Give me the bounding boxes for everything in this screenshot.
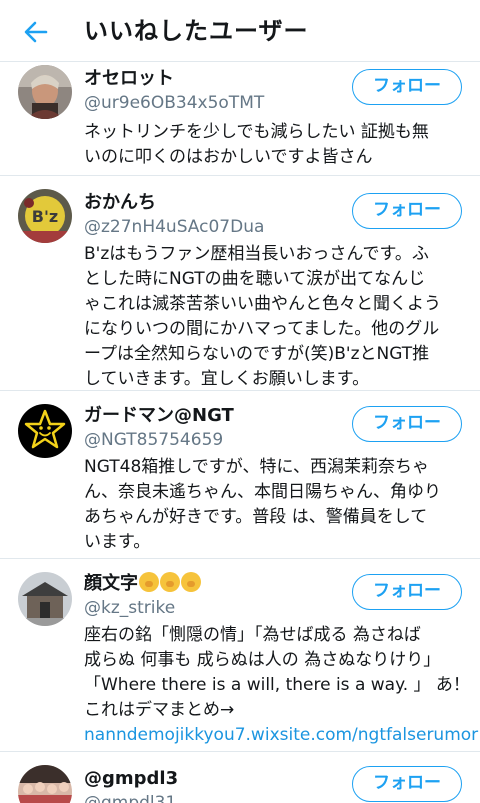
user-handle: @kz_strike [84,598,176,618]
bio-line: います。 [84,532,151,552]
bio-line: ゃこれは滅茶苦茶いい曲やんと色々と聞くよう [84,294,441,314]
user-item[interactable]: B'z おかんち @z27nH4uSAc07Dua フォロー B'zはもうファン… [0,176,480,391]
user-name[interactable]: @gmpdl3 [84,767,178,791]
follow-button[interactable]: フォロー [352,766,462,802]
follow-button[interactable]: フォロー [352,574,462,610]
bio-line: 「Where there is a will, there is a way. … [84,675,470,695]
face-emoji-icon [139,572,159,592]
user-bio: NGT48箱推しですが、特に、西潟茉莉奈ちゃ ん、奈良未遙ちゃん、本間日陽ちゃん… [84,455,468,555]
face-emoji-icon [181,572,201,592]
user-item[interactable]: ガードマン@NGT @NGT85754659 フォロー NGT48箱推しですが、… [0,391,480,559]
avatar[interactable] [18,65,72,119]
user-handle: @z27nH4uSAc07Dua [84,217,265,237]
bio-line: とした時にNGTの曲を聴いて涙が出てなんじ [84,269,426,289]
user-item[interactable]: @gmpdl3 @gmpdl31 フォロー [0,752,480,803]
user-handle: @gmpdl31 [84,793,177,803]
bio-line: 成らぬ 何事も 成らぬは人の 為さぬなりけり」 [84,650,441,670]
liked-users-list: オセロット @ur9e6OB34x5oTMT フォロー ネットリンチを少しでも減… [0,62,480,803]
bio-line: あちゃんが好きです。普段 は、警備員をして [84,507,428,527]
bio-link[interactable]: nanndemojikkyou7.wixsite.com/ngtfalserum… [84,723,478,748]
bio-line: 座右の銘「惻隠の情」「為せば成る 為さねば [84,625,421,645]
avatar[interactable] [18,572,72,626]
face-emoji-icon [160,572,180,592]
bio-line: ん、奈良未遙ちゃん、本間日陽ちゃん、角ゆり [84,482,441,502]
user-name-text: 顔文字 [84,573,138,594]
user-bio: B'zはもうファン歴相当長いおっさんです。ふ とした時にNGTの曲を聴いて涙が出… [84,242,468,392]
user-name[interactable]: おかんち [84,191,156,215]
avatar[interactable] [18,404,72,458]
bio-line: いのに叩くのはおかしいですよ皆さん [84,147,373,167]
avatar[interactable]: B'z [18,189,72,243]
follow-button[interactable]: フォロー [352,69,462,105]
svg-text:B'z: B'z [32,207,58,226]
page-title: いいねしたユーザー [84,17,309,45]
bio-line: これはデマまとめ→ [84,700,235,720]
user-item[interactable]: 顔文字 @kz_strike フォロー 座右の銘「惻隠の情」「為せば成る 為さね… [0,559,480,752]
user-item[interactable]: オセロット @ur9e6OB34x5oTMT フォロー ネットリンチを少しでも減… [0,62,480,176]
follow-button[interactable]: フォロー [352,406,462,442]
user-name[interactable]: オセロット [84,67,174,91]
top-bar: いいねしたユーザー [0,0,480,62]
user-bio: 座右の銘「惻隠の情」「為せば成る 為さねば 成らぬ 何事も 成らぬは人の 為さぬ… [84,623,478,748]
bio-line: していきます。宜しくお願いします。 [84,369,370,389]
user-bio: ネットリンチを少しでも減らしたい 証拠も無 いのに叩くのはおかしいですよ皆さん [84,120,468,170]
bio-line: ネットリンチを少しでも減らしたい 証拠も無 [84,122,429,142]
avatar[interactable] [18,765,72,803]
bio-line: になりいつの間にかハマってました。他のグル [84,319,440,339]
user-handle: @ur9e6OB34x5oTMT [84,93,265,113]
user-handle: @NGT85754659 [84,430,224,450]
user-name[interactable]: 顔文字 [84,572,201,596]
user-name[interactable]: ガードマン@NGT [84,404,234,428]
arrow-left-icon[interactable] [22,18,50,46]
bio-line: ープは全然知らないのですが(笑)B'zとNGT推 [84,344,430,364]
follow-button[interactable]: フォロー [352,193,462,229]
bio-line: B'zはもうファン歴相当長いおっさんです。ふ [84,244,429,264]
bio-line: NGT48箱推しですが、特に、西潟茉莉奈ちゃ [84,457,429,477]
